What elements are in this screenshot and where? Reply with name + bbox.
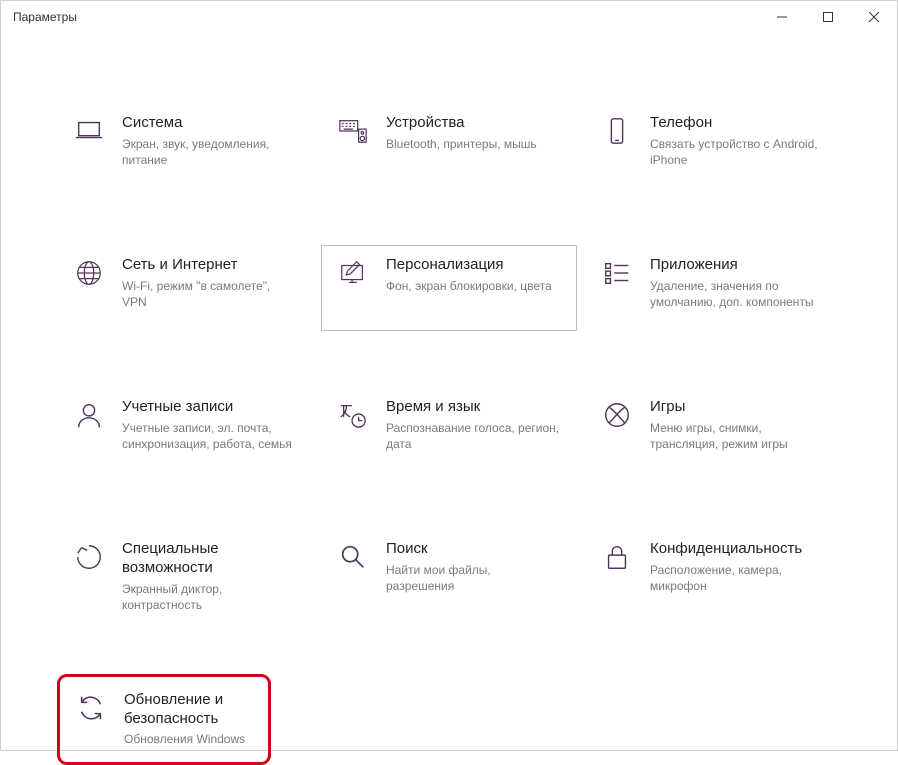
globe-icon bbox=[72, 256, 106, 290]
tile-title: Персонализация bbox=[386, 256, 562, 275]
search-icon bbox=[336, 540, 370, 574]
tile-system[interactable]: Система Экран, звук, уведомления, питани… bbox=[57, 103, 313, 189]
window-controls bbox=[759, 1, 897, 33]
tile-title: Учетные записи bbox=[122, 398, 298, 417]
tile-desc: Распознавание голоса, регион, дата bbox=[386, 420, 562, 452]
tile-phone[interactable]: Телефон Связать устройство с Android, iP… bbox=[585, 103, 841, 189]
tile-desc: Найти мои файлы, разрешения bbox=[386, 562, 562, 594]
time-language-icon bbox=[336, 398, 370, 432]
tile-title: Конфиденциальность bbox=[650, 540, 826, 559]
tile-devices[interactable]: Устройства Bluetooth, принтеры, мышь bbox=[321, 103, 577, 189]
tile-desc: Учетные записи, эл. почта, синхронизация… bbox=[122, 420, 298, 452]
tile-desc: Экран, звук, уведомления, питание bbox=[122, 136, 298, 168]
tile-title: Игры bbox=[650, 398, 826, 417]
tile-privacy[interactable]: Конфиденциальность Расположение, камера,… bbox=[585, 529, 841, 624]
settings-grid: Система Экран, звук, уведомления, питани… bbox=[1, 33, 897, 644]
tile-search[interactable]: Поиск Найти мои файлы, разрешения bbox=[321, 529, 577, 624]
tile-desc: Удаление, значения по умолчанию, доп. ко… bbox=[650, 278, 826, 310]
tile-desc: Bluetooth, принтеры, мышь bbox=[386, 136, 562, 152]
apps-list-icon bbox=[600, 256, 634, 290]
tile-time-language[interactable]: Время и язык Распознавание голоса, регио… bbox=[321, 387, 577, 473]
tile-title: Устройства bbox=[386, 114, 562, 133]
tile-network[interactable]: Сеть и Интернет Wi-Fi, режим "в самолете… bbox=[57, 245, 313, 331]
tile-title: Время и язык bbox=[386, 398, 562, 417]
tile-title: Специальные возможности bbox=[122, 540, 298, 578]
tile-title: Система bbox=[122, 114, 298, 133]
ease-of-access-icon bbox=[72, 540, 106, 574]
maximize-button[interactable] bbox=[805, 1, 851, 33]
person-icon bbox=[72, 398, 106, 432]
tile-personalization[interactable]: Персонализация Фон, экран блокировки, цв… bbox=[321, 245, 577, 331]
paintbrush-monitor-icon bbox=[336, 256, 370, 290]
sync-icon bbox=[74, 691, 108, 725]
tile-title: Сеть и Интернет bbox=[122, 256, 298, 275]
tile-desc: Wi-Fi, режим "в самолете", VPN bbox=[122, 278, 298, 310]
phone-icon bbox=[600, 114, 634, 148]
tile-title: Телефон bbox=[650, 114, 826, 133]
tile-desc: Фон, экран блокировки, цвета bbox=[386, 278, 562, 294]
xbox-icon bbox=[600, 398, 634, 432]
tile-gaming[interactable]: Игры Меню игры, снимки, трансляция, режи… bbox=[585, 387, 841, 473]
tile-title: Обновление и безопасность bbox=[124, 691, 254, 729]
titlebar: Параметры bbox=[1, 1, 897, 33]
window-title: Параметры bbox=[13, 10, 77, 24]
tile-desc: Экранный диктор, контрастность bbox=[122, 581, 298, 613]
tile-apps[interactable]: Приложения Удаление, значения по умолчан… bbox=[585, 245, 841, 331]
tile-desc: Связать устройство с Android, iPhone bbox=[650, 136, 826, 168]
keyboard-speaker-icon bbox=[336, 114, 370, 148]
laptop-icon bbox=[72, 114, 106, 148]
tile-desc: Обновления Windows bbox=[124, 731, 254, 747]
close-button[interactable] bbox=[851, 1, 897, 33]
lock-icon bbox=[600, 540, 634, 574]
tile-desc: Меню игры, снимки, трансляция, режим игр… bbox=[650, 420, 826, 452]
tile-desc: Расположение, камера, микрофон bbox=[650, 562, 826, 594]
tile-title: Приложения bbox=[650, 256, 826, 275]
tile-title: Поиск bbox=[386, 540, 562, 559]
tile-ease-of-access[interactable]: Специальные возможности Экранный диктор,… bbox=[57, 529, 313, 624]
minimize-button[interactable] bbox=[759, 1, 805, 33]
tile-accounts[interactable]: Учетные записи Учетные записи, эл. почта… bbox=[57, 387, 313, 473]
